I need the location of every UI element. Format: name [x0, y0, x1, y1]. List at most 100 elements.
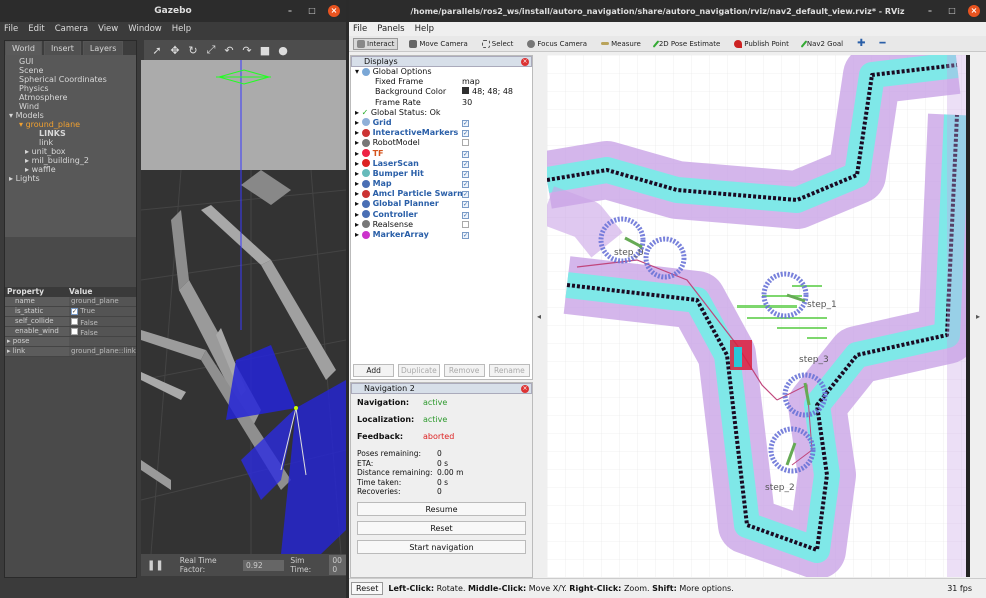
- option-fixed-frame[interactable]: Fixed Frame map: [351, 77, 532, 87]
- tree-item-mil-building[interactable]: ▸ mil_building_2: [9, 156, 132, 165]
- tree-item-lights[interactable]: ▸ Lights: [9, 174, 132, 183]
- option-frame-rate[interactable]: Frame Rate 30: [351, 98, 532, 108]
- tab-world[interactable]: World: [5, 41, 42, 55]
- minimize-icon[interactable]: –: [284, 5, 296, 17]
- display-item-global-planner[interactable]: ▸ Global Planner ✓: [351, 199, 532, 209]
- display-checkbox[interactable]: ✓: [462, 170, 469, 178]
- tree-item-link[interactable]: link: [9, 138, 132, 147]
- prop-row-is-static[interactable]: is_static ✓ True: [5, 307, 136, 317]
- maximize-icon[interactable]: □: [946, 5, 958, 17]
- menu-camera[interactable]: Camera: [55, 24, 88, 34]
- enable-wind-checkbox[interactable]: [71, 328, 78, 335]
- tree-item-ground-plane[interactable]: ▾ ground_plane: [9, 120, 132, 129]
- scale-icon[interactable]: ⤢: [204, 43, 218, 57]
- sphere-shape-icon[interactable]: ●: [276, 44, 290, 57]
- display-item-tf[interactable]: ▸ TF ✓: [351, 149, 532, 159]
- prop-row-self-collide[interactable]: self_collide False: [5, 317, 136, 327]
- tree-item-scene[interactable]: Scene: [9, 66, 132, 75]
- tree-item-models[interactable]: ▾ Models: [9, 111, 132, 120]
- menu-window[interactable]: Window: [128, 24, 162, 34]
- add-display-button[interactable]: Add: [353, 364, 395, 377]
- prop-row-link[interactable]: ▸ link ground_plane::link: [5, 347, 136, 357]
- display-checkbox[interactable]: [462, 139, 469, 147]
- option-background-color[interactable]: Background Color 48; 48; 48: [351, 87, 532, 97]
- minimize-icon[interactable]: –: [924, 5, 936, 17]
- display-checkbox[interactable]: ✓: [462, 201, 469, 209]
- display-checkbox[interactable]: ✓: [462, 150, 469, 158]
- rviz-3d-viewport[interactable]: step_0 step_1 step_3 step_2: [547, 55, 970, 577]
- tool-move-camera[interactable]: Move Camera: [406, 39, 470, 49]
- translate-icon[interactable]: ✥: [168, 44, 182, 57]
- rotate-icon[interactable]: ↻: [186, 44, 200, 57]
- close-panel-icon[interactable]: ×: [521, 385, 529, 393]
- tool-select[interactable]: Select: [479, 39, 517, 49]
- duplicate-display-button[interactable]: Duplicate: [398, 364, 440, 377]
- reset-button[interactable]: Reset: [357, 520, 526, 535]
- menu-file[interactable]: File: [353, 24, 367, 34]
- add-tool-button[interactable]: ✚: [854, 37, 868, 50]
- display-item-robotmodel[interactable]: ▸ RobotModel: [351, 138, 532, 148]
- tree-item-physics[interactable]: Physics: [9, 84, 132, 93]
- tree-item-gui[interactable]: GUI: [9, 57, 132, 66]
- start-navigation-button[interactable]: Start navigation: [357, 539, 526, 554]
- tool-publish-point[interactable]: Publish Point: [731, 39, 792, 49]
- collapse-left-icon[interactable]: ◂: [537, 312, 541, 321]
- collapse-right-icon[interactable]: ▸: [976, 312, 980, 321]
- tree-item-atmosphere[interactable]: Atmosphere: [9, 93, 132, 102]
- prop-row-enable-wind[interactable]: enable_wind False: [5, 327, 136, 337]
- tree-item-unit-box[interactable]: ▸ unit_box: [9, 147, 132, 156]
- redo-icon[interactable]: ↷: [240, 44, 254, 57]
- tree-item-wind[interactable]: Wind: [9, 102, 132, 111]
- self-collide-checkbox[interactable]: [71, 318, 78, 325]
- display-checkbox[interactable]: ✓: [462, 191, 469, 199]
- display-checkbox[interactable]: ✓: [462, 211, 469, 219]
- tab-insert[interactable]: Insert: [43, 41, 81, 55]
- display-checkbox[interactable]: ✓: [462, 232, 469, 239]
- display-checkbox[interactable]: ✓: [462, 119, 469, 127]
- prop-row-name[interactable]: name ground_plane: [5, 297, 136, 307]
- global-status-row[interactable]: ▸ ✓ Global Status: Ok: [351, 108, 532, 118]
- undo-icon[interactable]: ↶: [222, 44, 236, 57]
- display-item-laserscan[interactable]: ▸ LaserScan ✓: [351, 159, 532, 169]
- tab-layers[interactable]: Layers: [82, 41, 124, 55]
- menu-help[interactable]: Help: [415, 24, 434, 34]
- menu-view[interactable]: View: [98, 24, 118, 34]
- select-arrow-icon[interactable]: ➚: [150, 44, 164, 57]
- tool-nav2-goal[interactable]: Nav2 Goal: [800, 39, 846, 49]
- display-item-controller[interactable]: ▸ Controller ✓: [351, 210, 532, 220]
- is-static-checkbox[interactable]: ✓: [71, 308, 78, 315]
- display-item-markerarray[interactable]: ▸ MarkerArray ✓: [351, 230, 532, 240]
- rename-display-button[interactable]: Rename: [488, 364, 530, 377]
- tool-2d-pose-estimate[interactable]: 2D Pose Estimate: [652, 39, 723, 49]
- menu-file[interactable]: File: [4, 24, 18, 34]
- display-item-bumper-hit[interactable]: ▸ Bumper Hit ✓: [351, 169, 532, 179]
- tree-item-spherical[interactable]: Spherical Coordinates: [9, 75, 132, 84]
- tool-measure[interactable]: Measure: [598, 39, 644, 49]
- menu-panels[interactable]: Panels: [377, 24, 404, 34]
- display-item-interactivemarkers[interactable]: ▸ InteractiveMarkers ✓: [351, 128, 532, 138]
- tool-focus-camera[interactable]: Focus Camera: [524, 39, 590, 49]
- pause-icon[interactable]: ❚❚: [147, 560, 164, 571]
- menu-edit[interactable]: Edit: [28, 24, 44, 34]
- prop-row-pose[interactable]: ▸ pose: [5, 337, 136, 347]
- display-checkbox[interactable]: [462, 220, 469, 228]
- close-icon[interactable]: ×: [328, 5, 340, 17]
- display-item-realsense[interactable]: ▸ Realsense: [351, 220, 532, 230]
- global-options-row[interactable]: ▾ Global Options: [351, 67, 532, 77]
- gazebo-3d-scene[interactable]: [141, 60, 346, 554]
- display-item-grid[interactable]: ▸ Grid ✓: [351, 118, 532, 128]
- maximize-icon[interactable]: □: [306, 5, 318, 17]
- tool-interact[interactable]: Interact: [353, 37, 399, 50]
- status-reset-button[interactable]: Reset: [351, 582, 384, 595]
- close-panel-icon[interactable]: ×: [521, 58, 529, 66]
- box-shape-icon[interactable]: ■: [258, 44, 272, 57]
- display-item-map[interactable]: ▸ Map ✓: [351, 179, 532, 189]
- resume-button[interactable]: Resume: [357, 501, 526, 516]
- menu-help[interactable]: Help: [172, 24, 191, 34]
- display-checkbox[interactable]: ✓: [462, 160, 469, 168]
- display-checkbox[interactable]: ✓: [462, 130, 469, 138]
- tree-item-waffle[interactable]: ▸ waffle: [9, 165, 132, 174]
- display-item-amcl-particle-swarm[interactable]: ▸ Amcl Particle Swarm ✓: [351, 189, 532, 199]
- close-icon[interactable]: ×: [968, 5, 980, 17]
- remove-tool-button[interactable]: ━: [877, 37, 889, 50]
